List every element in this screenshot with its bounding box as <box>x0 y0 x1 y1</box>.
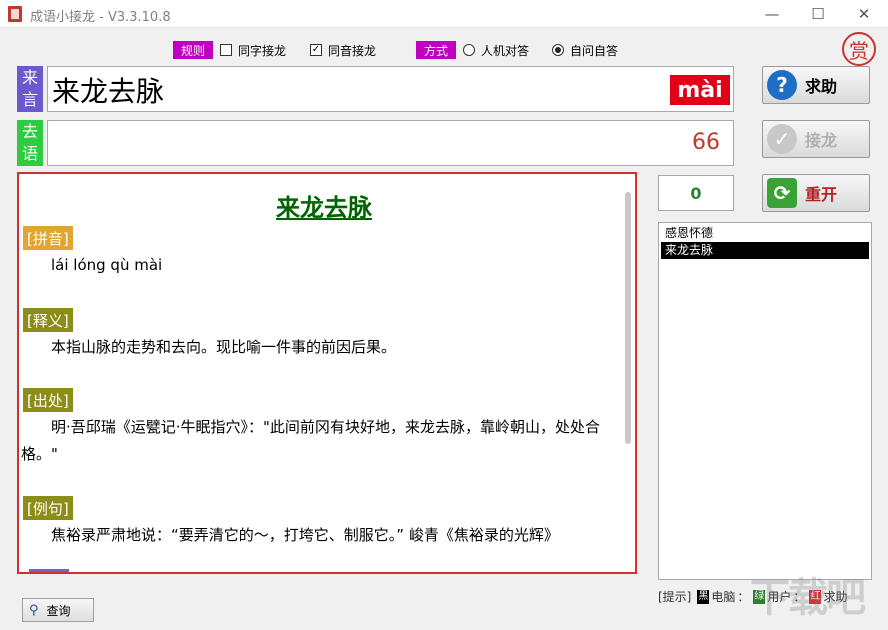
outgoing-label-char1: 去 <box>22 121 38 143</box>
search-button[interactable]: ⚲ 查询 <box>22 598 94 622</box>
rule-tag: 规则 <box>173 41 213 59</box>
meaning-section-text: 本指山脉的走势和去向。现比喻一件事的前因后果。 <box>21 334 627 361</box>
self-qa-radio[interactable] <box>552 44 564 56</box>
maximize-button[interactable]: ☐ <box>796 0 840 28</box>
legend-swatch-computer: 黑 <box>697 590 709 604</box>
source-section-text: 明·吾邱瑞《运甓记·牛眠指穴》："此间前冈有块好地，来龙去脉，靠岭朝山，处处合格… <box>21 414 627 468</box>
seal-logo: 赏 <box>842 32 876 66</box>
pinyin-section-text: lái lóng qù mài <box>21 252 627 279</box>
pinyin-section-tag: [拼音] <box>23 226 73 250</box>
same-char-option[interactable]: 同字接龙 <box>220 41 286 59</box>
history-item[interactable]: 感恩怀德 <box>661 225 869 242</box>
panel-bottom-accent <box>29 569 69 572</box>
outgoing-label-char2: 语 <box>22 143 38 165</box>
help-button-label: 求助 <box>805 73 837 97</box>
source-section-tag: [出处] <box>23 388 73 412</box>
detail-title: 来龙去脉 <box>19 188 629 223</box>
answer-input[interactable] <box>47 120 734 166</box>
example-section-tag: [例句] <box>23 496 73 520</box>
app-book-icon <box>8 6 22 22</box>
question-icon: ? <box>767 70 797 100</box>
restart-button-label: 重开 <box>805 181 837 205</box>
history-list[interactable]: 感恩怀德 来龙去脉 <box>658 222 872 580</box>
same-sound-option[interactable]: ✓ 同音接龙 <box>310 41 376 59</box>
watermark-logo: 下载吧 <box>750 565 864 623</box>
incoming-label-char2: 言 <box>22 89 38 111</box>
close-button[interactable]: ✕ <box>842 0 886 28</box>
score-display: 0 <box>658 175 734 211</box>
outgoing-label: 去 语 <box>17 120 43 166</box>
chain-button-label: 接龙 <box>805 127 837 151</box>
legend-label-computer: 电脑 <box>711 588 735 605</box>
chain-button[interactable]: ✓ 接龙 <box>762 120 870 158</box>
human-vs-computer-label: 人机对答 <box>481 42 529 59</box>
legend-prefix: [提示] <box>658 588 691 605</box>
history-item-selected[interactable]: 来龙去脉 <box>661 242 869 259</box>
binoculars-icon: ⚲ <box>29 603 39 618</box>
detail-scrollbar[interactable] <box>625 192 631 444</box>
meaning-section-tag: [释义] <box>23 308 73 332</box>
self-qa-option[interactable]: 自问自答 <box>552 41 618 59</box>
incoming-label-char1: 来 <box>22 67 38 89</box>
detail-panel: 来龙去脉 [拼音] lái lóng qù mài [释义] 本指山脉的走势和去… <box>17 172 637 574</box>
refresh-icon: ⟳ <box>767 178 797 208</box>
minimize-button[interactable]: — <box>750 0 794 28</box>
same-sound-label: 同音接龙 <box>328 42 376 59</box>
same-char-checkbox[interactable] <box>220 44 232 56</box>
countdown-timer: 66 <box>692 130 720 155</box>
window-title: 成语小接龙 - V3.3.10.8 <box>30 6 171 25</box>
example-section-text: 焦裕录严肃地说：“要弄清它的～，打垮它、制服它。” 峻青《焦裕录的光辉》 <box>21 522 627 549</box>
restart-button[interactable]: ⟳ 重开 <box>762 174 870 212</box>
same-char-label: 同字接龙 <box>238 42 286 59</box>
check-icon: ✓ <box>767 124 797 154</box>
self-qa-label: 自问自答 <box>570 42 618 59</box>
search-button-label: 查询 <box>47 602 71 619</box>
human-vs-computer-radio[interactable] <box>463 44 475 56</box>
incoming-word: 来龙去脉 <box>52 70 164 110</box>
last-pinyin-badge: mài <box>670 75 730 105</box>
title-bar: 成语小接龙 - V3.3.10.8 — ☐ ✕ <box>0 0 888 28</box>
incoming-label: 来 言 <box>17 66 43 112</box>
human-vs-computer-option[interactable]: 人机对答 <box>463 41 529 59</box>
same-sound-checkbox[interactable]: ✓ <box>310 44 322 56</box>
mode-tag: 方式 <box>416 41 456 59</box>
help-button[interactable]: ? 求助 <box>762 66 870 104</box>
